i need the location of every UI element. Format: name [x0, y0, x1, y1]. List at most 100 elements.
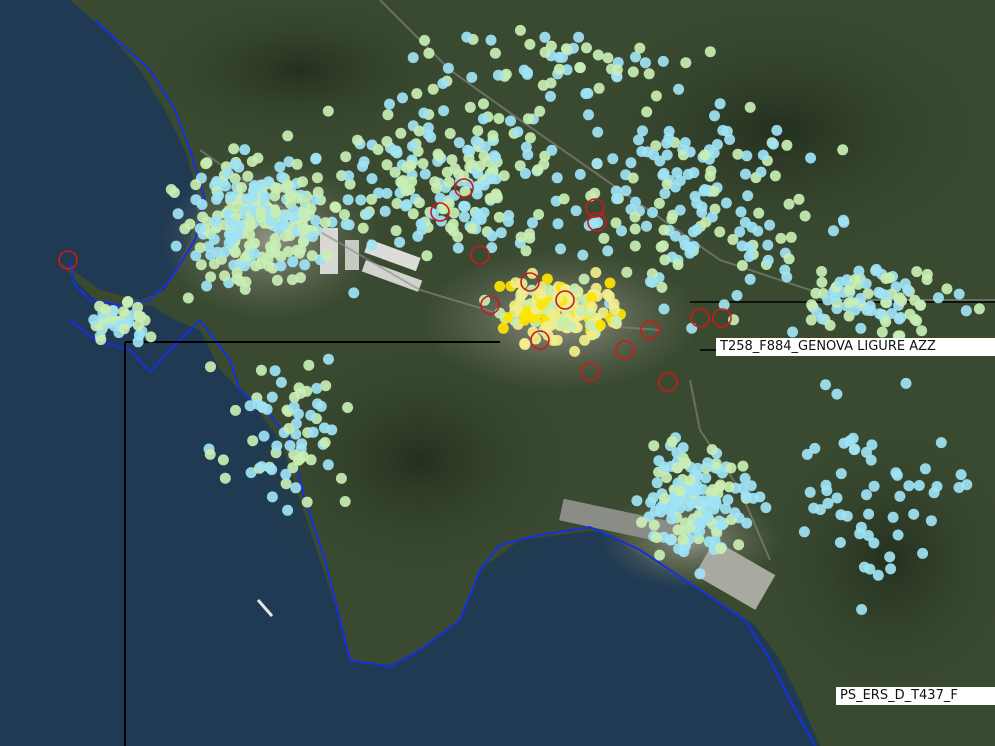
measurement-point: [242, 170, 254, 182]
measurement-point: [714, 98, 726, 110]
measurement-point: [650, 90, 662, 102]
measurement-point: [492, 69, 504, 81]
measurement-point: [714, 226, 726, 238]
measurement-point: [953, 288, 965, 300]
measurement-point: [669, 230, 681, 242]
measurement-point: [552, 218, 564, 230]
measurement-point: [551, 334, 563, 346]
measurement-point: [311, 172, 323, 184]
measurement-point: [541, 321, 553, 333]
measurement-point: [470, 135, 482, 147]
measurement-point: [382, 109, 394, 121]
measurement-point: [477, 113, 489, 125]
measurement-point: [902, 284, 914, 296]
measurement-point: [421, 250, 433, 262]
measurement-point: [422, 128, 434, 140]
measurement-point: [255, 364, 267, 376]
measurement-point: [740, 168, 751, 180]
measurement-point: [417, 158, 429, 170]
measurement-point: [699, 149, 711, 161]
measurement-point: [194, 223, 206, 235]
measurement-point: [182, 292, 194, 304]
measurement-point: [493, 113, 505, 124]
measurement-point: [831, 492, 843, 504]
measurement-point: [694, 568, 706, 580]
measurement-point: [301, 385, 313, 397]
measurement-point: [276, 171, 288, 183]
measurement-point: [607, 153, 619, 165]
measurement-point: [366, 173, 378, 185]
measurement-point: [524, 228, 535, 240]
measurement-point: [381, 136, 393, 147]
measurement-point: [556, 319, 568, 331]
measurement-point: [427, 83, 439, 95]
measurement-point: [704, 495, 716, 507]
measurement-point: [757, 149, 769, 161]
measurement-point: [861, 446, 872, 458]
measurement-point: [731, 290, 743, 301]
measurement-point: [381, 159, 393, 171]
measurement-point: [973, 303, 985, 315]
measurement-point: [190, 250, 202, 262]
measurement-point: [244, 400, 256, 412]
measurement-point: [799, 210, 811, 222]
measurement-point: [391, 147, 403, 159]
measurement-point: [890, 467, 902, 479]
measurement-point: [217, 454, 229, 466]
measurement-point: [205, 361, 216, 373]
measurement-point: [723, 481, 735, 493]
measurement-point: [783, 198, 795, 210]
measurement-point: [443, 176, 455, 188]
measurement-point: [266, 391, 278, 403]
measurement-point: [168, 187, 180, 198]
measurement-point: [405, 159, 417, 171]
measurement-point: [658, 167, 670, 179]
measurement-point: [771, 124, 783, 136]
measurement-point: [245, 220, 256, 232]
measurement-point: [831, 388, 843, 400]
measurement-point: [512, 126, 524, 138]
measurement-point: [921, 274, 933, 285]
measurement-point: [636, 516, 647, 528]
measurement-point: [246, 156, 258, 167]
measurement-point: [485, 34, 497, 46]
measurement-point: [118, 323, 130, 335]
measurement-point: [342, 194, 354, 206]
measurement-point: [671, 167, 683, 179]
measurement-point: [335, 472, 347, 484]
measurement-point: [462, 144, 474, 156]
measurement-point: [541, 273, 553, 285]
measurement-point: [449, 163, 461, 175]
measurement-point: [472, 125, 484, 137]
measurement-point: [849, 274, 861, 285]
measurement-point: [478, 150, 490, 162]
measurement-point: [288, 401, 300, 413]
measurement-point: [932, 292, 944, 304]
measurement-point: [288, 204, 300, 216]
measurement-point: [893, 313, 905, 325]
measurement-point: [735, 206, 747, 218]
measurement-point: [876, 326, 888, 338]
measurement-point: [744, 241, 755, 253]
measurement-point: [226, 217, 238, 229]
measurement-point: [489, 47, 501, 59]
measurement-point: [339, 496, 351, 507]
map-view[interactable]: T258_F884_GENOVA LIGURE AZZ PS_ERS_D_T43…: [0, 0, 995, 746]
measurement-point: [805, 152, 817, 164]
measurement-point: [295, 272, 306, 284]
measurement-point: [535, 288, 547, 300]
measurement-point: [650, 140, 662, 152]
measurement-point: [686, 484, 698, 496]
measurement-point: [683, 241, 695, 253]
measurement-point: [654, 549, 666, 561]
map-canvas[interactable]: [0, 0, 995, 746]
measurement-point: [145, 331, 157, 343]
measurement-point: [255, 206, 267, 218]
measurement-point: [581, 42, 592, 54]
measurement-point: [133, 310, 145, 322]
measurement-point: [903, 480, 915, 492]
measurement-point: [239, 144, 251, 156]
measurement-point: [407, 208, 419, 220]
measurement-point: [503, 210, 515, 221]
measurement-point: [291, 158, 303, 170]
